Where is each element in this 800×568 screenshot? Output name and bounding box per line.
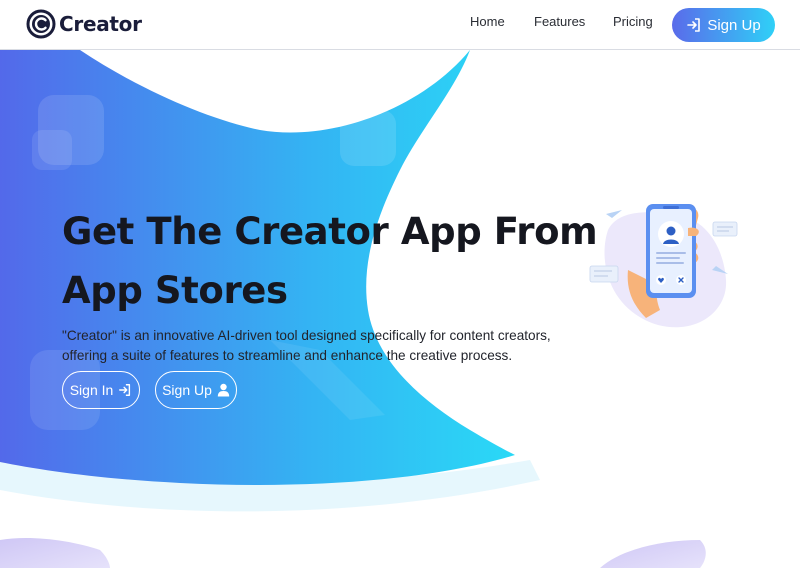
- nav-features-link[interactable]: Features: [534, 14, 585, 29]
- user-icon: [217, 383, 230, 397]
- hero-buttons: Sign In Sign Up: [62, 371, 237, 409]
- nav-signup-button[interactable]: Sign Up: [672, 8, 775, 42]
- brand-name: Creator: [59, 12, 142, 36]
- sign-in-arrow-icon: [687, 18, 701, 32]
- hero-title: Get The Creator App From App Stores: [62, 210, 598, 312]
- creator-logo-icon: [26, 9, 56, 39]
- hero-description: "Creator" is an innovative AI-driven too…: [62, 328, 551, 363]
- hero-signup-label: Sign Up: [162, 382, 212, 398]
- phone-illustration: [589, 204, 738, 328]
- hero-signup-button[interactable]: Sign Up: [155, 371, 237, 409]
- nav-signup-label: Sign Up: [707, 16, 761, 34]
- nav-pricing-link[interactable]: Pricing: [613, 14, 653, 29]
- navbar: Creator Home Features Pricing Sign Up: [0, 0, 800, 50]
- sign-in-arrow-icon: [119, 384, 131, 396]
- hero-content: Get The Creator App From App Stores "Cre…: [62, 202, 602, 366]
- hero-signin-button[interactable]: Sign In: [62, 371, 140, 409]
- nav-home-link[interactable]: Home: [470, 14, 505, 29]
- brand[interactable]: Creator: [26, 9, 142, 39]
- hero-signin-label: Sign In: [69, 382, 114, 398]
